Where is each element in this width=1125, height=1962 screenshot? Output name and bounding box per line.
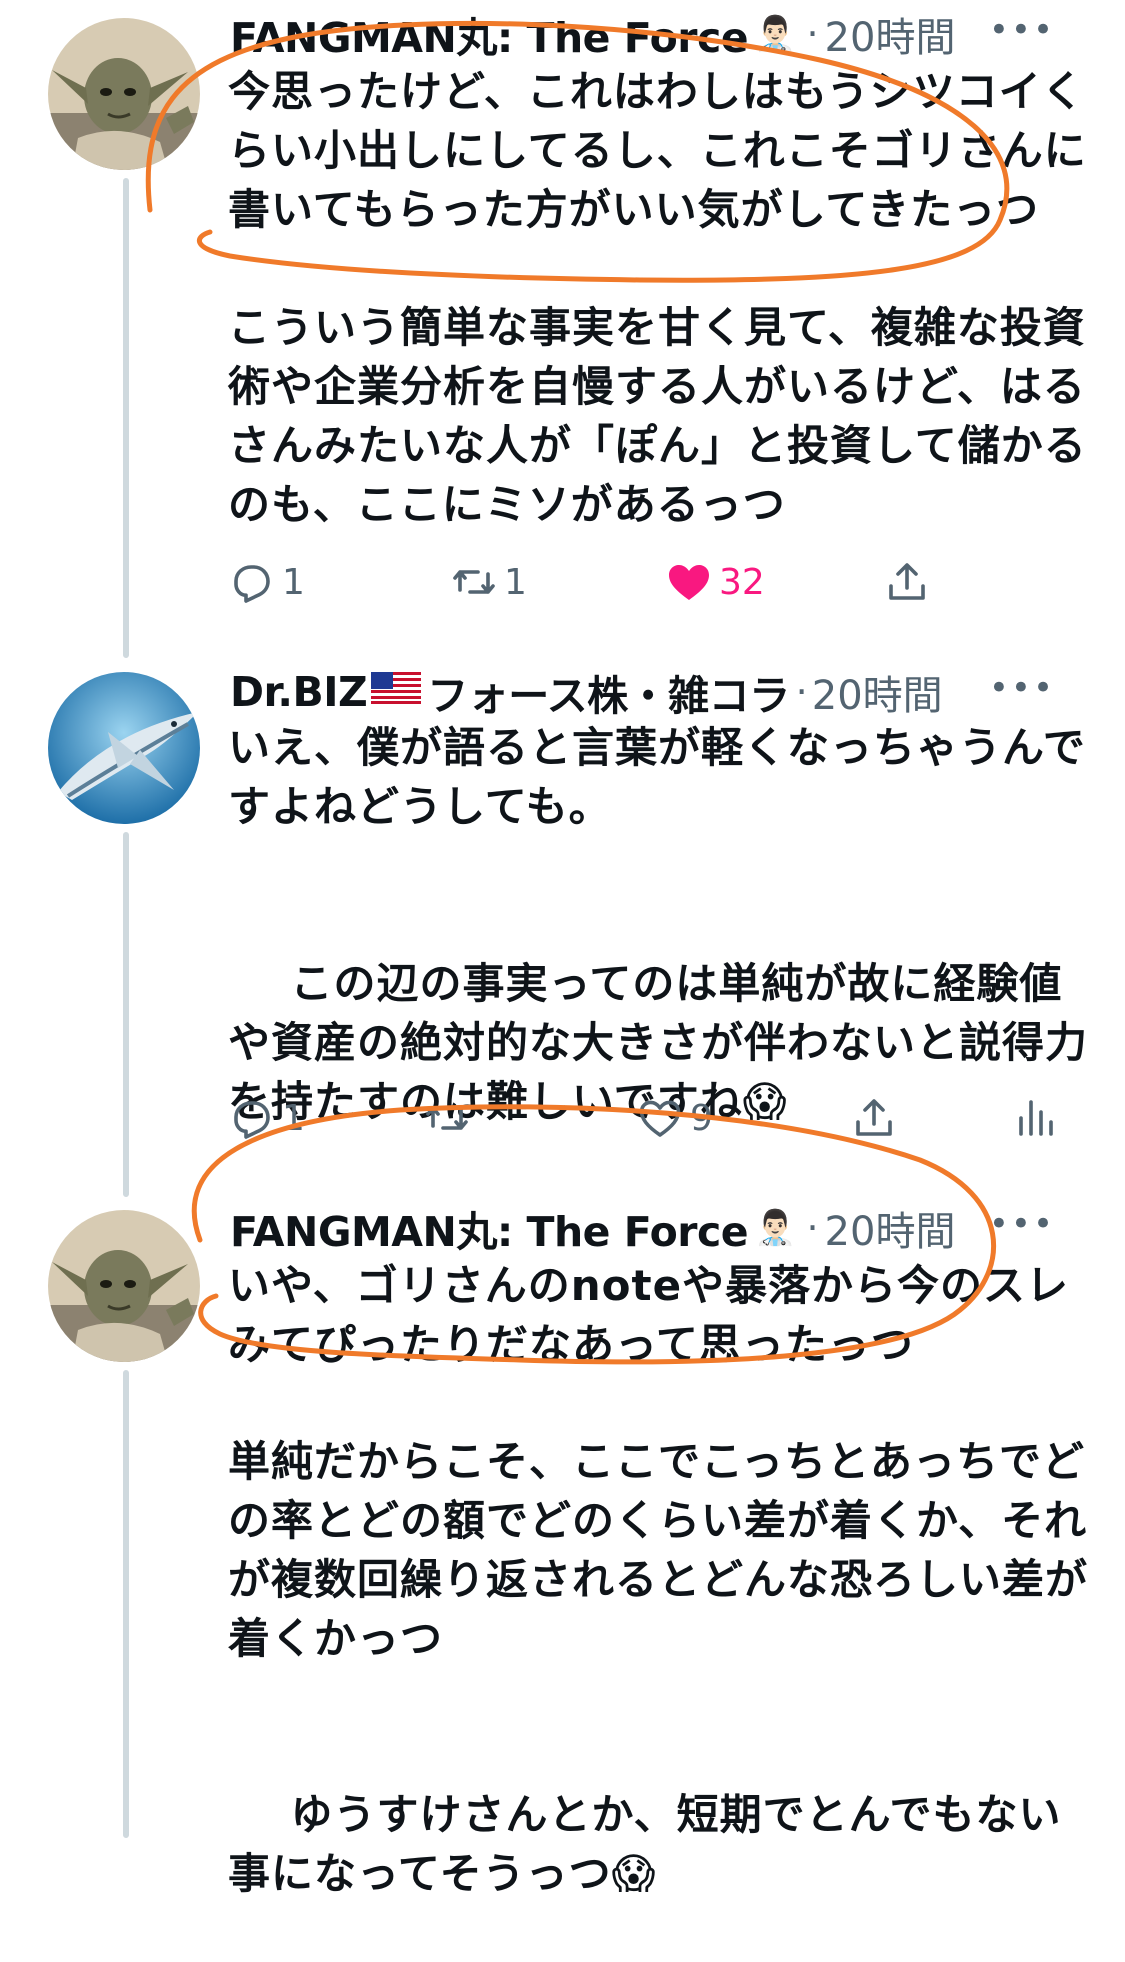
like-button[interactable]: 32 — [665, 552, 765, 612]
retweet-icon — [453, 570, 495, 594]
tweet-1-action-bar: 1 1 32 — [228, 552, 1078, 612]
share-button[interactable] — [850, 1088, 898, 1148]
tweet-1-text-para-2: こういう簡単な事実を甘く見て、複雑な投資術や企業分析を自慢する人がいるけど、はる… — [228, 303, 1087, 529]
tweet-3-text-para-3: ゆうすけさんとか、短期でとんでもない事になってそうっつ😱 — [228, 1726, 1088, 1962]
share-icon — [889, 563, 925, 600]
tweet-2-display-name[interactable]: Dr.BIZ — [230, 668, 368, 716]
tweet-1-header: FANGMAN丸: The Force 👨🏻‍⚕️ · 20時間 ••• — [230, 4, 1085, 64]
more-options-icon[interactable]: ••• — [989, 1204, 1055, 1244]
reply-icon — [234, 1101, 270, 1139]
tweet-3-text-para-1: いや、ゴリさんのnoteや暴落から今のスレみてぴったりだなあって思ったっつ — [228, 1261, 1070, 1369]
avatar-yoda[interactable] — [48, 1210, 200, 1362]
tweet-1-timestamp[interactable]: 20時間 — [825, 5, 956, 63]
reply-button[interactable]: 1 — [228, 1088, 305, 1148]
retweet-icon — [426, 1106, 468, 1130]
tweet-3-timestamp[interactable]: 20時間 — [825, 1199, 956, 1257]
retweet-button[interactable] — [423, 1088, 471, 1148]
analytics-icon — [1019, 1100, 1053, 1136]
tweet-3-header: FANGMAN丸: The Force 👨🏻‍⚕️ · 20時間 ••• — [230, 1198, 1085, 1258]
separator-dot: · — [795, 670, 808, 714]
more-options-icon[interactable]: ••• — [989, 668, 1055, 708]
separator-dot: · — [806, 1206, 819, 1250]
tweet-2-header: Dr.BIZ フォース株・雑コラ · 20時間 ••• — [230, 662, 1085, 722]
analytics-button[interactable] — [1011, 1088, 1059, 1148]
man-health-worker-emoji-icon: 👨🏻‍⚕️ — [754, 14, 797, 54]
thread-line-2 — [123, 832, 129, 1197]
scream-emoji-icon: 😱 — [611, 1849, 657, 1898]
tweet-3-display-name[interactable]: FANGMAN丸: The Force — [230, 1198, 749, 1258]
share-button[interactable] — [883, 552, 931, 612]
like-count: 9 — [690, 1097, 713, 1139]
retweet-button[interactable]: 1 — [450, 552, 527, 612]
reply-count: 1 — [282, 1097, 305, 1139]
separator-dot: · — [806, 12, 819, 56]
tweet-2-display-name-suffix[interactable]: フォース株・雑コラ — [427, 662, 790, 722]
like-count: 32 — [719, 561, 765, 603]
heart-filled-icon — [669, 565, 709, 600]
tweet-1-text-para-1: 今思ったけど、これはわしはもうシツコイくらい小出しにしてるし、これこそゴリさんに… — [228, 67, 1087, 234]
reply-button[interactable]: 1 — [228, 552, 305, 612]
reply-icon — [234, 565, 270, 603]
us-flag-icon — [371, 671, 422, 713]
reply-count: 1 — [282, 561, 305, 603]
thread-line-1 — [123, 178, 129, 658]
share-icon — [856, 1099, 892, 1136]
thread-line-3 — [123, 1370, 129, 1838]
tweet-2-timestamp[interactable]: 20時間 — [812, 663, 943, 721]
retweet-count: 1 — [504, 561, 527, 603]
like-button[interactable]: 9 — [636, 1088, 713, 1148]
avatar-yoda[interactable] — [48, 18, 200, 170]
tweet-2-action-bar: 1 9 — [228, 1088, 1078, 1148]
tweet-1-display-name[interactable]: FANGMAN丸: The Force — [230, 4, 749, 64]
avatar-shark[interactable] — [48, 672, 200, 824]
heart-outline-icon — [639, 1100, 681, 1137]
tweet-3-text-para-2: 単純だからこそ、ここでこっちとあっちでどの率とどの額でどのくらい差が着くか、それ… — [228, 1437, 1089, 1663]
tweet-2-text-para-1: いえ、僕が語ると言葉が軽くなっちゃうんですよねどうしても。 — [228, 723, 1086, 831]
man-health-worker-emoji-icon: 👨🏻‍⚕️ — [754, 1208, 797, 1248]
more-options-icon[interactable]: ••• — [989, 10, 1055, 50]
